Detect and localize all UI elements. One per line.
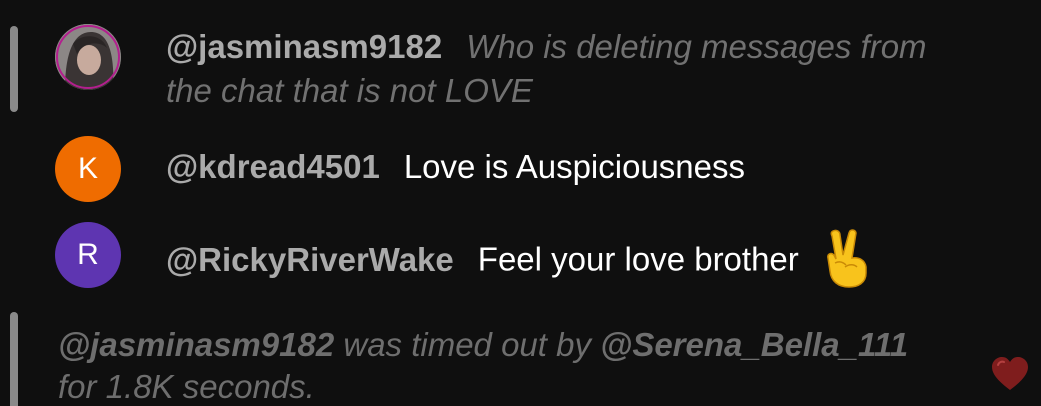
live-chat-panel: @jasminasm9182 Who is deleting messages f… — [0, 0, 1041, 406]
system-message-continued: for 1.8K seconds. — [58, 368, 315, 405]
author-name[interactable]: @kdread4501 — [166, 148, 380, 185]
author-name[interactable]: @RickyRiverWake — [166, 241, 454, 278]
timed-out-user[interactable]: @jasminasm9182 — [58, 326, 334, 363]
message-text: Love is Auspiciousness — [403, 148, 746, 185]
system-message-text: was timed out by — [334, 326, 601, 363]
message-line: @jasminasm9182 Who is deleting messages f… — [166, 25, 927, 69]
profile-photo-icon — [55, 24, 121, 90]
message-line: @RickyRiverWake Feel your love brother — [166, 229, 873, 293]
message-text: Who is deleting messages from — [466, 28, 927, 65]
avatar[interactable] — [55, 24, 121, 90]
message-line: @kdread4501 Love is Auspiciousness — [166, 145, 745, 189]
message-text-continued: the chat that is not LOVE — [166, 72, 533, 109]
heart-reaction-icon — [992, 357, 1028, 390]
system-message: @jasminasm9182 was timed out by @Serena_… — [58, 323, 908, 367]
avatar-letter: K — [77, 152, 98, 185]
moderation-indicator-bar — [10, 312, 18, 406]
avatar-letter: R — [77, 238, 99, 271]
author-name[interactable]: @jasminasm9182 — [166, 28, 442, 65]
message-text: Feel your love brother — [477, 240, 799, 278]
avatar[interactable]: K — [55, 136, 121, 202]
victory-hand-icon — [821, 227, 873, 289]
moderation-indicator-bar — [10, 26, 18, 112]
moderator-name[interactable]: @Serena_Bella_111 — [600, 326, 908, 363]
avatar[interactable]: R — [55, 222, 121, 288]
